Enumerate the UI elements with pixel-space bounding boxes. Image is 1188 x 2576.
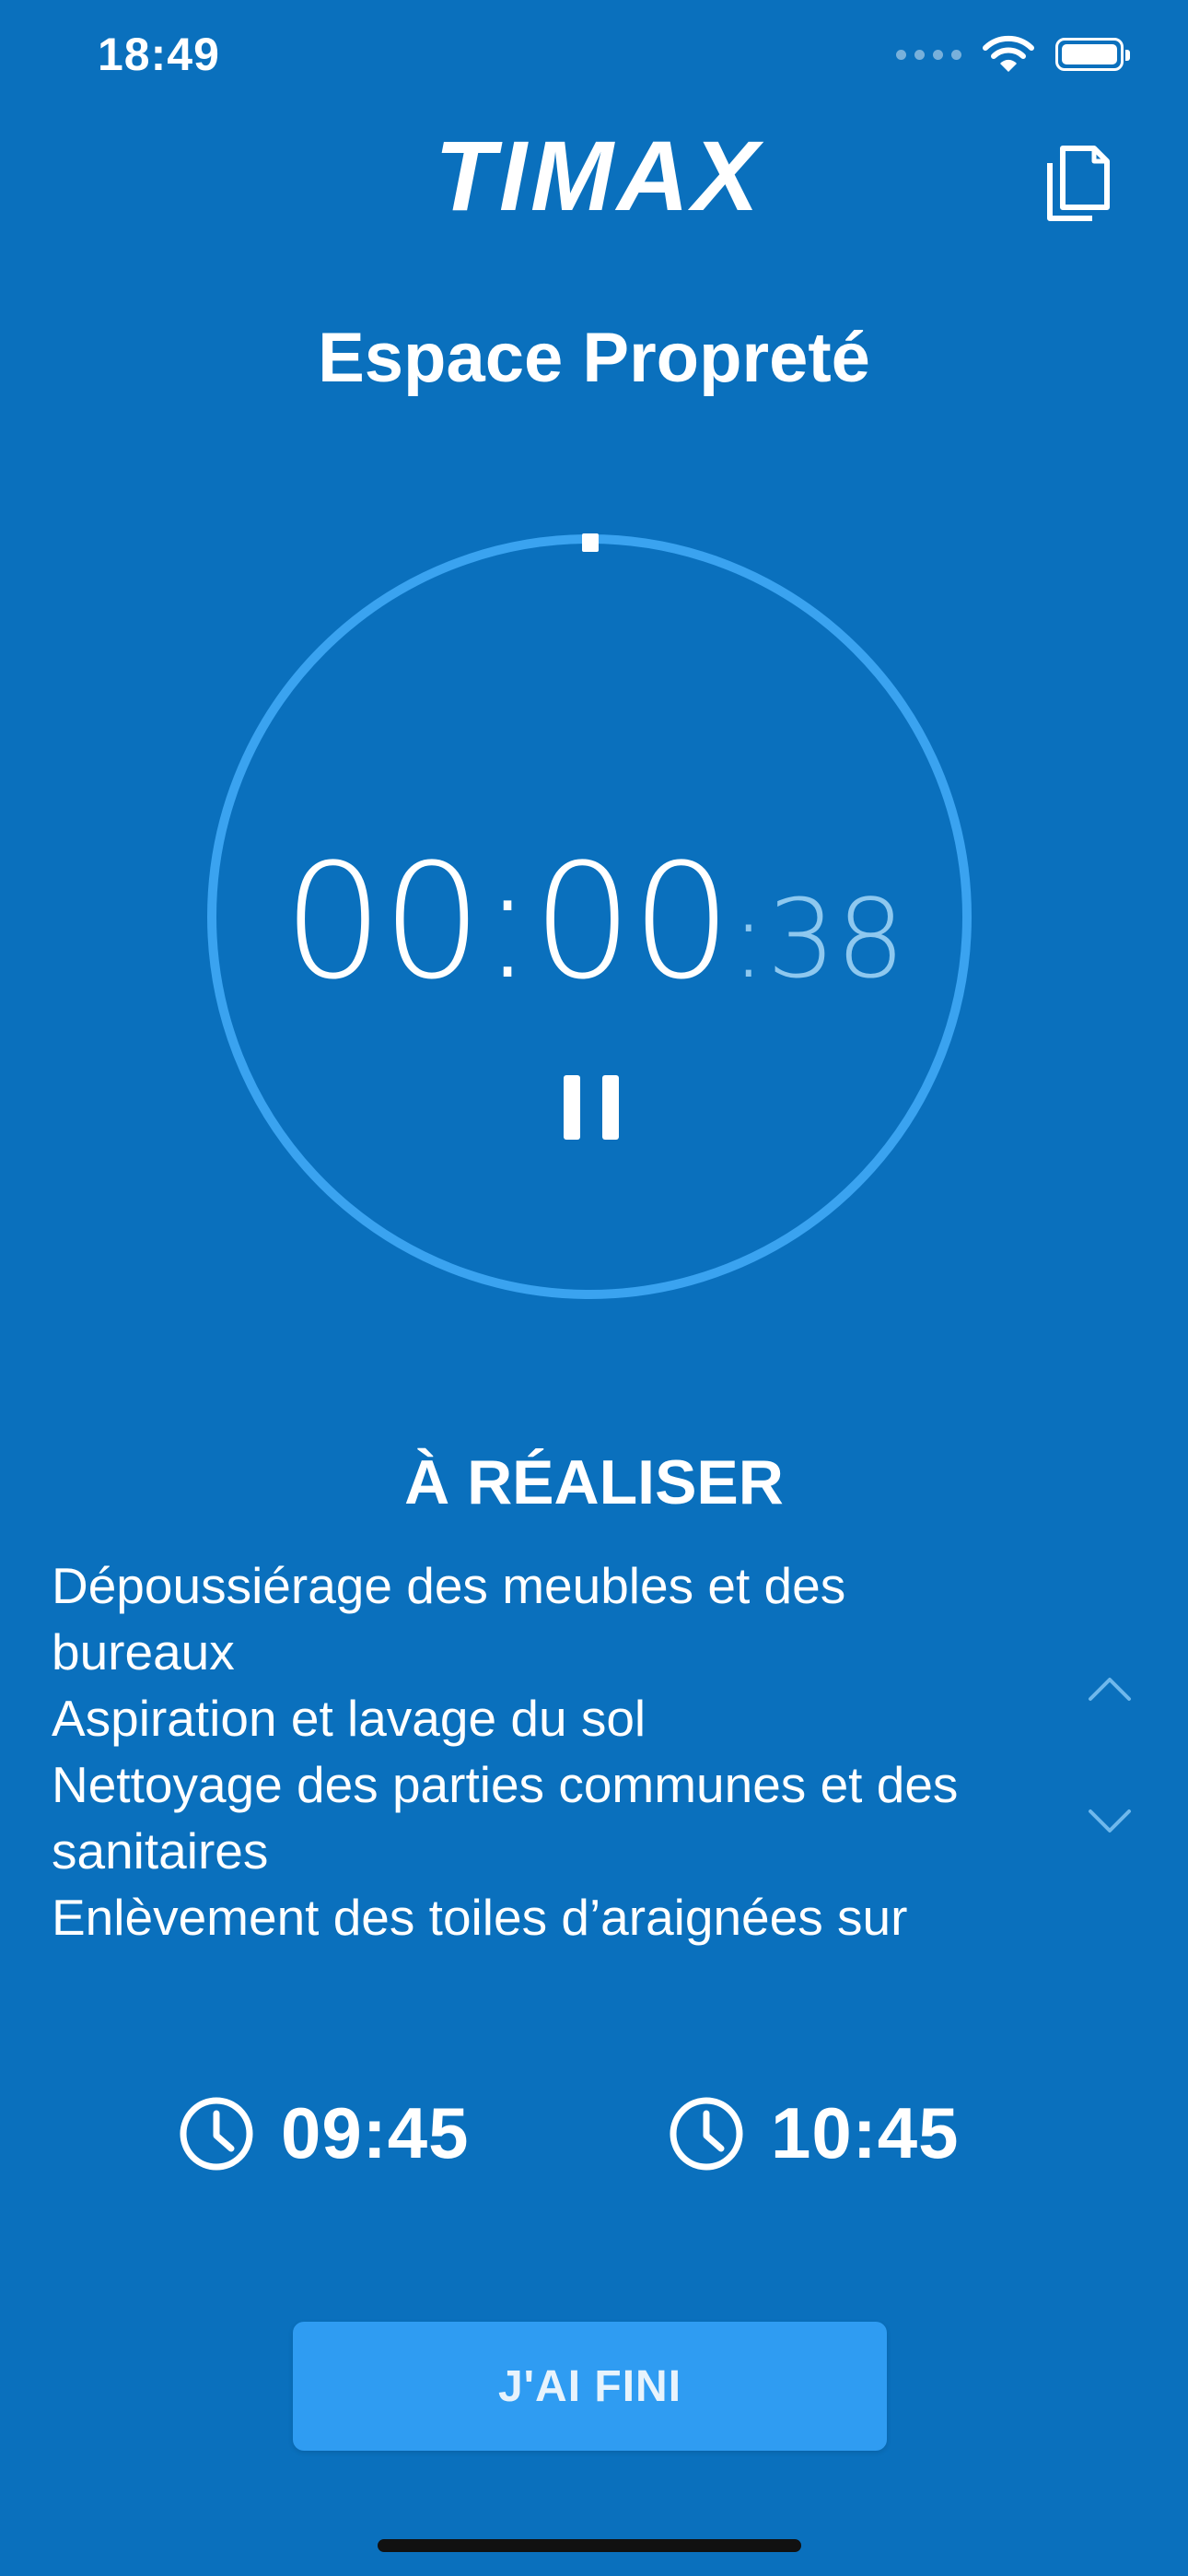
- pause-button[interactable]: [564, 1075, 619, 1140]
- status-bar-icons: [896, 35, 1130, 74]
- clock-icon: [180, 2097, 253, 2170]
- home-indicator[interactable]: [378, 2539, 801, 2552]
- status-bar-time: 18:49: [98, 29, 220, 80]
- start-time-value: 09:45: [281, 2092, 470, 2173]
- timer-hours-minutes: 00:00: [283, 829, 732, 1014]
- timer-display: 00:00:38: [0, 829, 1188, 1014]
- wifi-icon: [983, 35, 1034, 72]
- document-icon[interactable]: [1044, 143, 1112, 224]
- timer-seconds: :38: [729, 875, 905, 1002]
- end-time: 10:45: [668, 2091, 960, 2175]
- tasks-heading: À RÉALISER: [404, 1447, 784, 1517]
- clock-icon: [670, 2097, 743, 2170]
- start-time: 09:45: [178, 2091, 470, 2175]
- timer-progress-indicator: [582, 533, 599, 552]
- done-button[interactable]: J'AI FINI: [293, 2322, 887, 2451]
- page-title: Espace Propreté: [318, 319, 870, 397]
- list-item: Aspiration et lavage du sol: [52, 1690, 646, 1747]
- end-time-value: 10:45: [771, 2092, 960, 2173]
- list-item: Enlèvement des toiles d’araignées sur: [52, 1889, 908, 1946]
- svg-text:TIMAX: TIMAX: [435, 129, 764, 230]
- timax-logo: TIMAX: [435, 129, 764, 230]
- pause-icon: [564, 1075, 580, 1140]
- cellular-signal-icon: [896, 49, 961, 60]
- chevron-down-icon[interactable]: [1087, 1808, 1133, 1835]
- list-item: Nettoyage des parties communes et des sa…: [52, 1756, 959, 1879]
- battery-icon: [1055, 38, 1130, 71]
- task-list[interactable]: Dépoussiérage des meubles et des bureaux…: [52, 1552, 1009, 1958]
- chevron-up-icon[interactable]: [1087, 1675, 1133, 1703]
- list-item: Dépoussiérage des meubles et des bureaux: [52, 1557, 846, 1680]
